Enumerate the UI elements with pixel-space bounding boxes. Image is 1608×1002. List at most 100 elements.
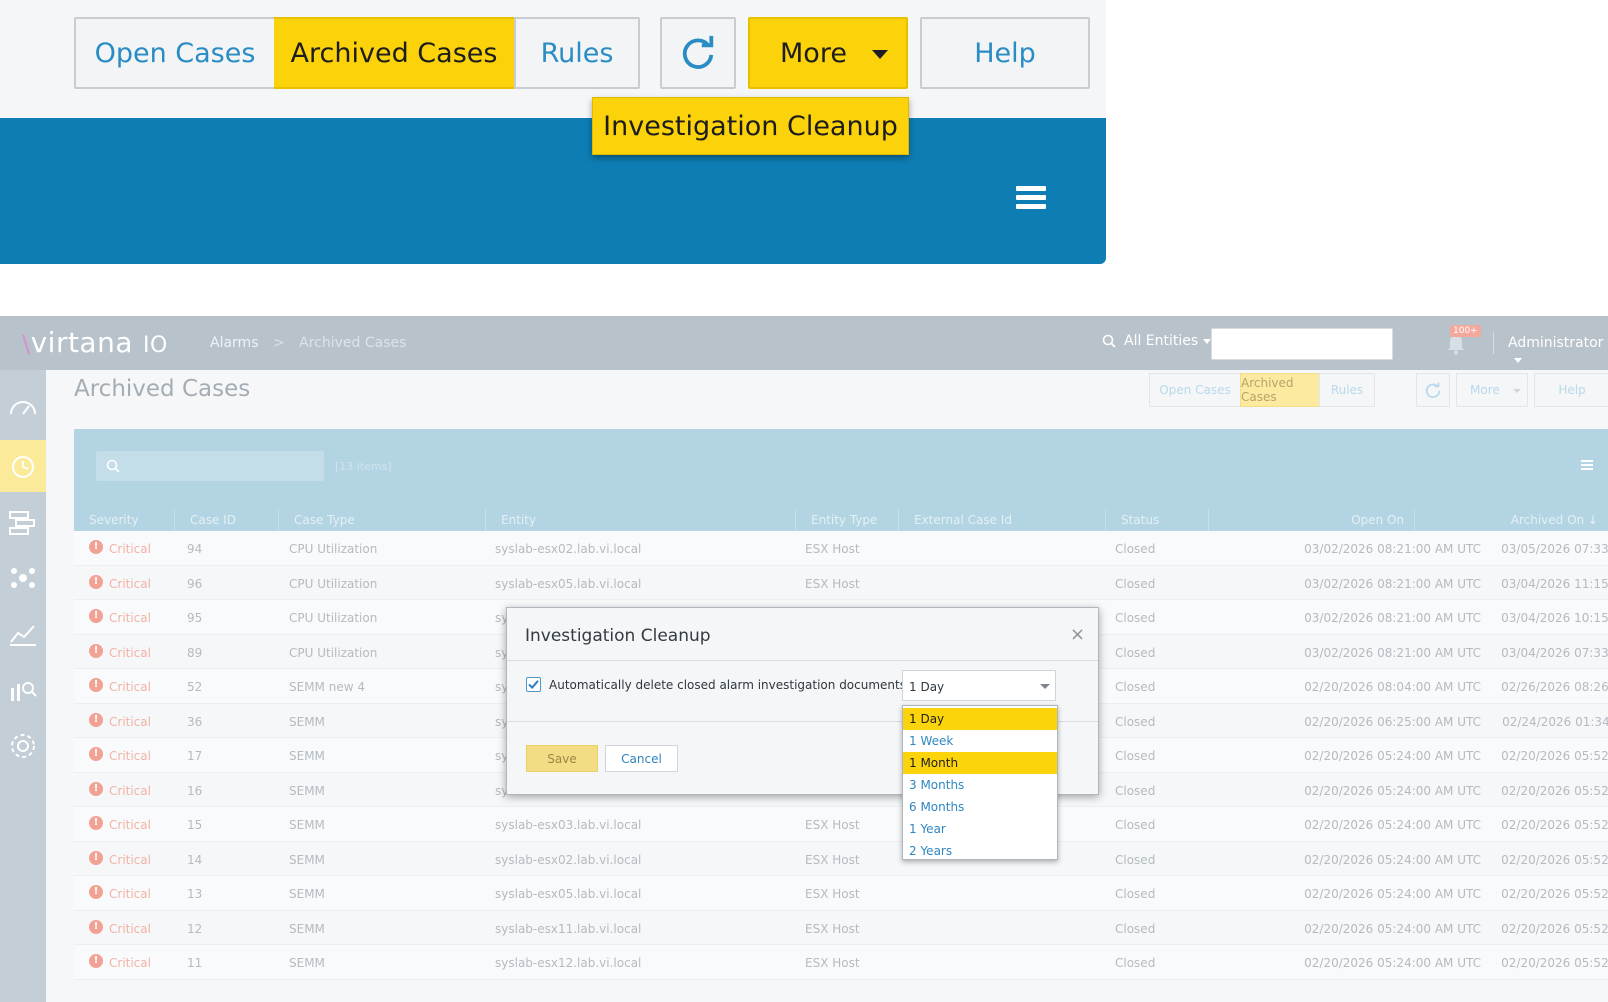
user-menu[interactable]: Administrator <box>1508 335 1608 367</box>
auto-delete-checkbox[interactable] <box>526 677 541 692</box>
zoom-tab-archived-cases[interactable]: Archived Cases <box>274 17 514 89</box>
archived-on-cell: 02/24/2026 01:34:45 PM UTC <box>1502 714 1608 729</box>
archived-on-cell: 02/20/2026 05:52:11 AM UTC <box>1501 852 1608 867</box>
dropdown-option[interactable]: 6 Months <box>903 796 1057 818</box>
hamburger-icon[interactable] <box>1581 460 1593 471</box>
global-search-input[interactable] <box>1211 328 1393 360</box>
status-cell: Closed <box>1115 749 1156 763</box>
column-header-open-on[interactable]: Open On <box>1208 509 1414 531</box>
severity-cell[interactable]: Critical <box>109 749 151 763</box>
entity-type-cell: ESX Host <box>805 852 860 867</box>
severity-cell[interactable]: Critical <box>109 611 151 625</box>
refresh-button[interactable] <box>1416 373 1450 407</box>
entity-cell: syslab-esx05.lab.vi.local <box>495 576 642 591</box>
virtana-logo[interactable]: \virtana IO <box>22 326 168 359</box>
retention-period-value: 1 Day <box>909 680 945 694</box>
table-row[interactable]: ! Critical 13 SEMM syslab-esx05.lab.vi.local… <box>74 876 1608 911</box>
dropdown-option[interactable]: 3 Months <box>903 774 1057 796</box>
dropdown-option[interactable]: 1 Year <box>903 818 1057 840</box>
case-id-cell: 14 <box>187 852 203 867</box>
column-header-entity[interactable]: Entity <box>485 509 795 531</box>
severity-cell[interactable]: Critical <box>109 887 151 901</box>
table-row[interactable]: ! Critical 12 SEMM syslab-esx11.lab.vi.local… <box>74 910 1608 945</box>
retention-period-select[interactable]: 1 Day <box>902 670 1056 701</box>
severity-cell[interactable]: Critical <box>109 680 151 694</box>
search-report-icon <box>11 682 37 701</box>
severity-cell[interactable]: Critical <box>109 784 151 798</box>
user-name: Administrator <box>1508 335 1604 351</box>
chevron-down-icon <box>1514 358 1522 363</box>
hamburger-icon[interactable] <box>1016 186 1046 210</box>
case-id-cell: 36 <box>187 714 203 729</box>
tab-rules[interactable]: Rules <box>1319 373 1375 407</box>
zoom-help-button[interactable]: Help <box>920 17 1090 89</box>
severity-cell[interactable]: Critical <box>109 956 151 970</box>
case-type-cell: SEMM <box>289 921 325 936</box>
column-header-case-id[interactable]: Case ID <box>174 509 278 531</box>
breadcrumb: Alarms > Archived Cases <box>210 335 416 351</box>
search-icon <box>1102 334 1116 348</box>
sidebar-item-topology[interactable] <box>0 496 46 548</box>
case-id-cell: 89 <box>187 645 203 660</box>
table-row[interactable]: ! Critical 15 SEMM syslab-esx03.lab.vi.local… <box>74 807 1608 842</box>
column-header-entity-type[interactable]: Entity Type <box>795 509 898 531</box>
zoom-menu-item-investigation-cleanup[interactable]: Investigation Cleanup <box>592 97 909 155</box>
dropdown-option[interactable]: 1 Month <box>903 752 1057 774</box>
divider <box>507 660 1098 661</box>
zoom-more-button[interactable]: More <box>748 17 908 89</box>
sidebar-item-reports[interactable] <box>0 664 46 716</box>
sidebar-item-alarms[interactable] <box>0 440 46 492</box>
status-cell: Closed <box>1115 852 1156 867</box>
tab-archived-cases[interactable]: Archived Cases <box>1240 373 1320 407</box>
close-icon[interactable]: × <box>1070 624 1085 645</box>
critical-alert-icon: ! <box>89 747 103 761</box>
sidebar-item-network[interactable] <box>0 552 46 604</box>
severity-cell[interactable]: Critical <box>109 577 151 591</box>
column-header-status[interactable]: Status <box>1105 509 1208 531</box>
logo-name: virtana <box>30 326 133 359</box>
sidebar-item-dashboard[interactable] <box>0 382 46 434</box>
save-button[interactable]: Save <box>526 745 598 772</box>
table-row[interactable]: ! Critical 96 CPU Utilization syslab-esx05.l… <box>74 565 1608 600</box>
grid-search-input[interactable] <box>96 451 324 481</box>
column-header-case-type[interactable]: Case Type <box>278 509 485 531</box>
tab-open-cases[interactable]: Open Cases <box>1149 373 1241 407</box>
severity-cell[interactable]: Critical <box>109 818 151 832</box>
breadcrumb-alarms[interactable]: Alarms <box>210 335 259 351</box>
archived-on-cell: 03/05/2026 07:33:17 AM UTC <box>1501 542 1608 556</box>
status-cell: Closed <box>1115 818 1156 832</box>
dropdown-option[interactable]: 2 Years <box>903 840 1057 862</box>
breadcrumb-current: Archived Cases <box>299 335 407 351</box>
table-row[interactable]: ! Critical 11 SEMM syslab-esx12.lab.vi.local… <box>74 945 1608 980</box>
entity-scope-selector[interactable]: All Entities <box>1102 333 1212 349</box>
severity-cell[interactable]: Critical <box>109 542 151 556</box>
alarm-clock-icon <box>12 456 34 478</box>
severity-cell[interactable]: Critical <box>109 715 151 729</box>
table-row[interactable]: ! Critical 14 SEMM syslab-esx02.lab.vi.local… <box>74 841 1608 876</box>
status-cell: Closed <box>1115 611 1156 625</box>
sidebar-item-settings[interactable] <box>0 720 46 772</box>
severity-cell[interactable]: Critical <box>109 922 151 936</box>
table-row[interactable]: ! Critical 94 CPU Utilization syslab-esx02.l… <box>74 531 1608 566</box>
dropdown-option[interactable]: 1 Week <box>903 730 1057 752</box>
entity-type-cell: ESX Host <box>805 542 860 556</box>
dropdown-option[interactable]: 1 Day <box>903 708 1057 730</box>
sidebar-item-analytics[interactable] <box>0 608 46 660</box>
status-cell: Closed <box>1115 783 1156 798</box>
zoom-tab-open-cases[interactable]: Open Cases <box>74 17 274 89</box>
screenshot-root: Open Cases Archived Cases Rules More Hel… <box>0 0 1608 1002</box>
retention-period-dropdown: 1 Day 1 Week 1 Month 3 Months 6 Months 1 Year… <box>902 705 1058 860</box>
severity-cell[interactable]: Critical <box>109 853 151 867</box>
status-cell: Closed <box>1115 887 1156 901</box>
dashboard-icon <box>10 401 36 415</box>
column-header-severity[interactable]: Severity <box>74 509 174 531</box>
column-header-archived-on[interactable]: Archived On ↓ <box>1414 509 1608 531</box>
cancel-button[interactable]: Cancel <box>605 745 678 772</box>
zoom-tab-rules[interactable]: Rules <box>514 17 640 89</box>
column-header-external-case-id[interactable]: External Case Id <box>898 509 1105 531</box>
more-button[interactable]: More <box>1456 373 1528 407</box>
help-button[interactable]: Help <box>1534 373 1608 407</box>
case-type-cell: CPU Utilization <box>289 645 378 660</box>
severity-cell[interactable]: Critical <box>109 646 151 660</box>
zoom-refresh-button[interactable] <box>660 17 736 89</box>
